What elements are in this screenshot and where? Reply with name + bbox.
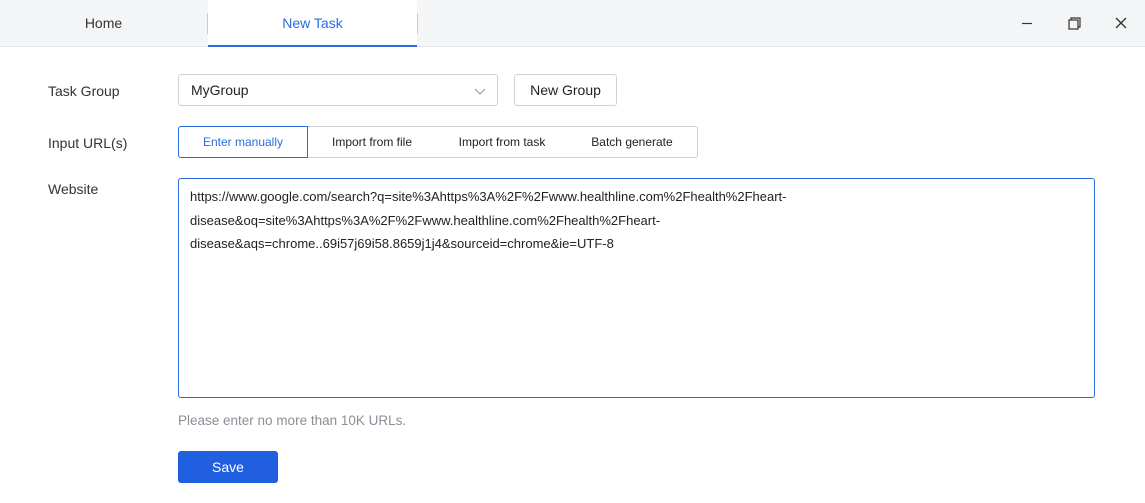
mode-import-from-file[interactable]: Import from file — [307, 126, 438, 158]
url-line: disease&oq=site%3Ahttps%3A%2F%2Fwww.heal… — [190, 212, 661, 228]
chevron-down-icon — [473, 84, 487, 103]
mode-enter-manually[interactable]: Enter manually — [178, 126, 308, 158]
close-icon[interactable] — [1110, 12, 1132, 34]
url-line: disease&aqs=chrome..69i57j69i58.8659j1j4… — [190, 236, 614, 251]
url-line: https://www.google.com/search?q=site%3Ah… — [190, 189, 787, 204]
url-limit-hint: Please enter no more than 10K URLs. — [178, 413, 407, 428]
restore-icon[interactable] — [1063, 12, 1085, 34]
tab-new-task[interactable]: New Task — [208, 0, 417, 47]
minimize-icon[interactable] — [1016, 12, 1038, 34]
title-bar: Home New Task — [0, 0, 1145, 47]
website-label: Website — [48, 181, 99, 197]
mode-batch-generate[interactable]: Batch generate — [567, 126, 698, 158]
task-group-select[interactable]: MyGroup — [178, 74, 498, 106]
input-urls-label: Input URL(s) — [48, 135, 128, 151]
active-tab-indicator — [208, 45, 417, 47]
website-urls-textarea[interactable]: https://www.google.com/search?q=site%3Ah… — [178, 178, 1095, 398]
tab-divider — [417, 13, 418, 34]
task-group-label: Task Group — [48, 83, 120, 99]
mode-import-from-task[interactable]: Import from task — [437, 126, 568, 158]
task-group-value: MyGroup — [191, 82, 249, 98]
tab-home[interactable]: Home — [0, 0, 207, 47]
new-group-button[interactable]: New Group — [514, 74, 617, 106]
tab-new-task-label: New Task — [282, 15, 343, 31]
save-button[interactable]: Save — [178, 451, 278, 483]
